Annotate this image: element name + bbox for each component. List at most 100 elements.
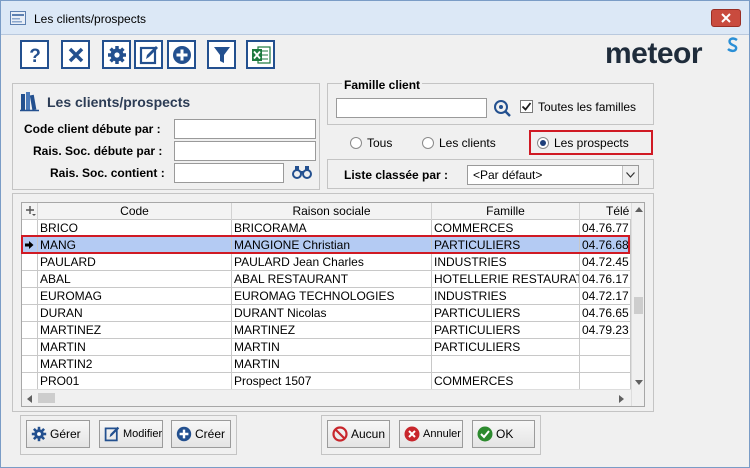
target-search-icon[interactable] [493,99,511,117]
table-cell: PRO01 [38,373,232,390]
rais-soc-contient-input[interactable] [174,163,284,183]
sort-select[interactable]: <Par défaut> [467,165,639,185]
excel-icon [251,45,271,64]
prospects-highlight [529,130,653,155]
add-icon [172,45,191,64]
table-cell: MARTINEZ [232,322,432,339]
row-indicator[interactable] [22,339,38,356]
horizontal-scroll-thumb[interactable] [38,393,55,403]
scroll-up-icon[interactable] [635,207,643,212]
selected-row-highlight [21,235,630,254]
sort-label: Liste classée par : [344,168,449,182]
row-indicator[interactable] [22,305,38,322]
table-cell: 04.76.65 [580,305,631,322]
add-icon [176,426,192,442]
table-cell: 04.79.23 [580,322,631,339]
table-cell: MARTIN [232,339,432,356]
close-icon [721,13,731,23]
settings-button[interactable] [102,40,131,69]
sort-dropdown-button[interactable] [622,166,638,184]
forbidden-icon [332,426,348,442]
famille-input[interactable] [336,98,487,118]
rais-soc-contient-label: Rais. Soc. contient : [50,166,165,180]
row-indicator[interactable] [22,373,38,390]
chevron-down-icon [626,172,635,178]
toutes-familles-checkbox[interactable] [520,100,533,113]
filter-button[interactable] [207,40,236,69]
column-chooser-icon[interactable] [22,203,38,220]
meteor-logo-mark-icon [727,37,738,53]
table-row[interactable]: PRO01 Prospect 1507 COMMERCES [22,373,631,390]
help-button[interactable]: ? [20,40,49,69]
radio-clients[interactable] [422,137,434,149]
table-row[interactable]: MARTIN2 MARTIN [22,356,631,373]
binder-icon [20,92,39,112]
table-cell: DURANT Nicolas [232,305,432,322]
table-cell: MARTIN [38,339,232,356]
table-cell: Prospect 1507 [232,373,432,390]
table-row[interactable]: ABALABAL RESTAURANTHOTELLERIE RESTAURATI… [22,271,631,288]
row-indicator[interactable] [22,322,38,339]
ok-button[interactable]: OK [472,420,535,448]
table-cell: COMMERCES [432,373,580,390]
table-cell: 04.72.17 [580,288,631,305]
table-cell: ABAL RESTAURANT [232,271,432,288]
table-cell [580,356,631,373]
annuler-button[interactable]: Annuler [399,420,463,448]
scroll-down-icon[interactable] [635,380,643,385]
code-label: Code client débute par : [24,122,161,136]
creer-button-label: Créer [195,427,226,441]
table-cell [580,373,631,390]
edit-icon [139,45,158,64]
vertical-scroll-thumb[interactable] [634,297,643,314]
help-icon: ? [29,46,41,65]
column-header-famille[interactable]: Famille [432,203,580,220]
column-header-code[interactable]: Code [38,203,232,220]
radio-tous[interactable] [350,137,362,149]
creer-button[interactable]: Créer [171,420,231,448]
gerer-button[interactable]: Gérer [26,420,90,448]
row-indicator[interactable] [22,356,38,373]
aucun-button[interactable]: Aucun [327,420,390,448]
grid-header: Code Raison sociale Famille Télé [22,203,644,220]
rais-soc-input[interactable] [174,141,316,161]
vertical-scrollbar[interactable] [631,203,644,406]
title-bar: Les clients/prospects [1,1,749,35]
table-cell: HOTELLERIE RESTAURATION [432,271,580,288]
row-indicator[interactable] [22,288,38,305]
delete-button[interactable] [61,40,90,69]
table-row[interactable]: MARTIN MARTIN PARTICULIERS [22,339,631,356]
window-app-icon [10,11,26,25]
checkmark-icon [521,102,532,111]
horizontal-scrollbar[interactable] [22,389,631,406]
modifier-button-label: Modifier [123,428,163,440]
code-input[interactable] [174,119,316,139]
famille-label: Famille client [342,78,423,92]
table-cell: PARTICULIERS [432,322,580,339]
table-row[interactable]: MARTINEZ MARTINEZ PARTICULIERS 04.79.23 [22,322,631,339]
row-indicator[interactable] [22,271,38,288]
table-row[interactable]: DURAN DURANT Nicolas PARTICULIERS 04.76.65 [22,305,631,322]
row-indicator[interactable] [22,254,38,271]
scroll-right-icon[interactable] [619,395,624,403]
table-cell: INDUSTRIES [432,288,580,305]
table-cell: PAULARD [38,254,232,271]
gerer-button-label: Gérer [50,427,81,441]
close-button[interactable] [711,9,741,27]
column-header-raison-sociale[interactable]: Raison sociale [232,203,432,220]
table-cell: PARTICULIERS [432,339,580,356]
table-cell: MARTIN [232,356,432,373]
window-title: Les clients/prospects [34,12,147,26]
filter-icon [213,46,230,63]
table-cell: ABAL [38,271,232,288]
add-button[interactable] [167,40,196,69]
table-row[interactable]: PAULARD PAULARD Jean Charles INDUSTRIES 04.… [22,254,631,271]
table-cell: EUROMAG [38,288,232,305]
edit-icon [104,426,120,442]
modifier-button[interactable]: Modifier [99,420,163,448]
table-row[interactable]: EUROMAG EUROMAG TECHNOLOGIES INDUSTRIES 04.… [22,288,631,305]
edit-button[interactable] [134,40,163,69]
excel-export-button[interactable] [246,40,275,69]
scroll-left-icon[interactable] [27,395,32,403]
binoculars-icon[interactable] [292,165,312,179]
